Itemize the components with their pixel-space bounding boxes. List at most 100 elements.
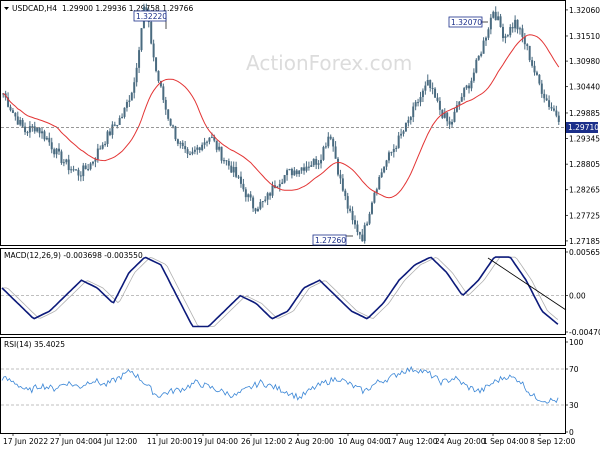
candle-body — [41, 131, 44, 134]
candle-body — [540, 83, 543, 94]
candle-body — [36, 127, 39, 132]
price-tick-label: 1.32060 — [569, 6, 600, 15]
price-tick-label: 1.28805 — [569, 160, 600, 169]
price-tick-label: 1.27725 — [569, 211, 600, 220]
candle-body — [138, 50, 141, 68]
candle-body — [421, 90, 424, 98]
candle-body — [252, 197, 255, 209]
candle-body — [535, 72, 538, 75]
candle-body — [33, 126, 36, 132]
candle-body — [244, 189, 247, 198]
rsi-tick-label: 100 — [569, 338, 584, 347]
candle-body — [339, 174, 342, 179]
annotation-high-2-text: 1.32070 — [451, 18, 482, 27]
price-tick-label: 1.28265 — [569, 186, 600, 195]
candle-body — [55, 148, 58, 155]
candle-body — [181, 142, 184, 147]
candle-body — [108, 131, 111, 135]
candle-body — [320, 159, 323, 164]
candle-body — [397, 135, 400, 148]
candle-body — [259, 202, 262, 209]
candle-body — [227, 160, 230, 166]
main-chart-frame — [0, 0, 566, 246]
candle-body — [307, 166, 310, 168]
annotation-high-2: 1.32070 — [448, 16, 488, 28]
candle-body — [548, 100, 551, 107]
candle-body — [162, 86, 165, 100]
candle-body — [186, 149, 189, 154]
candle-body — [65, 159, 68, 163]
candle-body — [45, 137, 48, 140]
candle-body — [152, 43, 155, 58]
candle-body — [87, 169, 90, 171]
candle-body — [24, 126, 27, 133]
candle-body — [514, 19, 517, 29]
candle-body — [189, 153, 192, 155]
candle-body — [334, 146, 337, 159]
candle-body — [254, 208, 257, 212]
candle-body — [295, 170, 298, 175]
candle-body — [155, 57, 158, 71]
candle-body — [167, 109, 170, 119]
candle-body — [179, 142, 182, 144]
candle-body — [337, 158, 340, 175]
candle-body — [133, 82, 136, 93]
candle-body — [239, 176, 242, 184]
candle-body — [545, 98, 548, 101]
time-tick-label: 19 Jul 04:00 — [193, 437, 238, 446]
candle-body — [361, 234, 364, 242]
price-tick-label: 1.31510 — [569, 32, 600, 41]
candle-body — [557, 115, 560, 122]
candle-body — [368, 213, 371, 224]
candle-body — [74, 169, 77, 171]
symbol-label: USDCAD,H4 — [12, 4, 57, 13]
candle-body — [150, 21, 153, 44]
candle-body — [16, 116, 19, 125]
candle-body — [121, 116, 124, 118]
price-tick-label: 1.29885 — [569, 109, 600, 118]
candle-body — [419, 97, 422, 103]
candle-body — [206, 141, 209, 143]
candle-body — [426, 80, 429, 86]
candle-body — [128, 100, 131, 103]
candle-body — [298, 170, 301, 175]
rsi-axis: 100 70 30 0 — [565, 338, 584, 437]
candle-body — [164, 99, 167, 110]
candle-body — [429, 80, 432, 89]
candle-body — [327, 136, 330, 147]
trading-chart[interactable]: ActionForex.com USDCAD,H4 1.29900 1.2993… — [0, 0, 600, 450]
candle-body — [475, 59, 478, 73]
candle-body — [70, 169, 73, 171]
candle-body — [344, 190, 347, 197]
candle-body — [315, 158, 318, 165]
candle-body — [380, 172, 383, 178]
candle-body — [485, 37, 488, 41]
candle-body — [526, 44, 529, 46]
candle-body — [101, 144, 104, 149]
candle-body — [278, 184, 281, 187]
candle-body — [123, 107, 126, 117]
candle-body — [353, 220, 356, 225]
candle-body — [390, 152, 393, 154]
candle-body — [366, 223, 369, 226]
rsi-tick-label: 0 — [569, 428, 574, 437]
candle-body — [157, 70, 160, 82]
macd-tick-label: -0.004707 — [569, 328, 600, 337]
candle-body — [38, 127, 41, 134]
candle-body — [106, 131, 109, 144]
candle-body — [215, 140, 218, 150]
candle-body — [118, 117, 121, 125]
candle-body — [14, 112, 17, 117]
candle-body — [312, 158, 315, 166]
candle-body — [378, 177, 381, 190]
candle-body — [172, 125, 175, 127]
candle-body — [62, 162, 65, 164]
candle-body — [19, 119, 22, 125]
macd-panel-frame — [0, 248, 566, 335]
candle-body — [242, 183, 245, 190]
candle-body — [130, 92, 133, 101]
watermark: ActionForex.com — [246, 51, 412, 75]
candle-body — [305, 166, 308, 171]
annotation-low-text: 1.27260 — [315, 236, 346, 245]
candle-body — [48, 137, 51, 143]
